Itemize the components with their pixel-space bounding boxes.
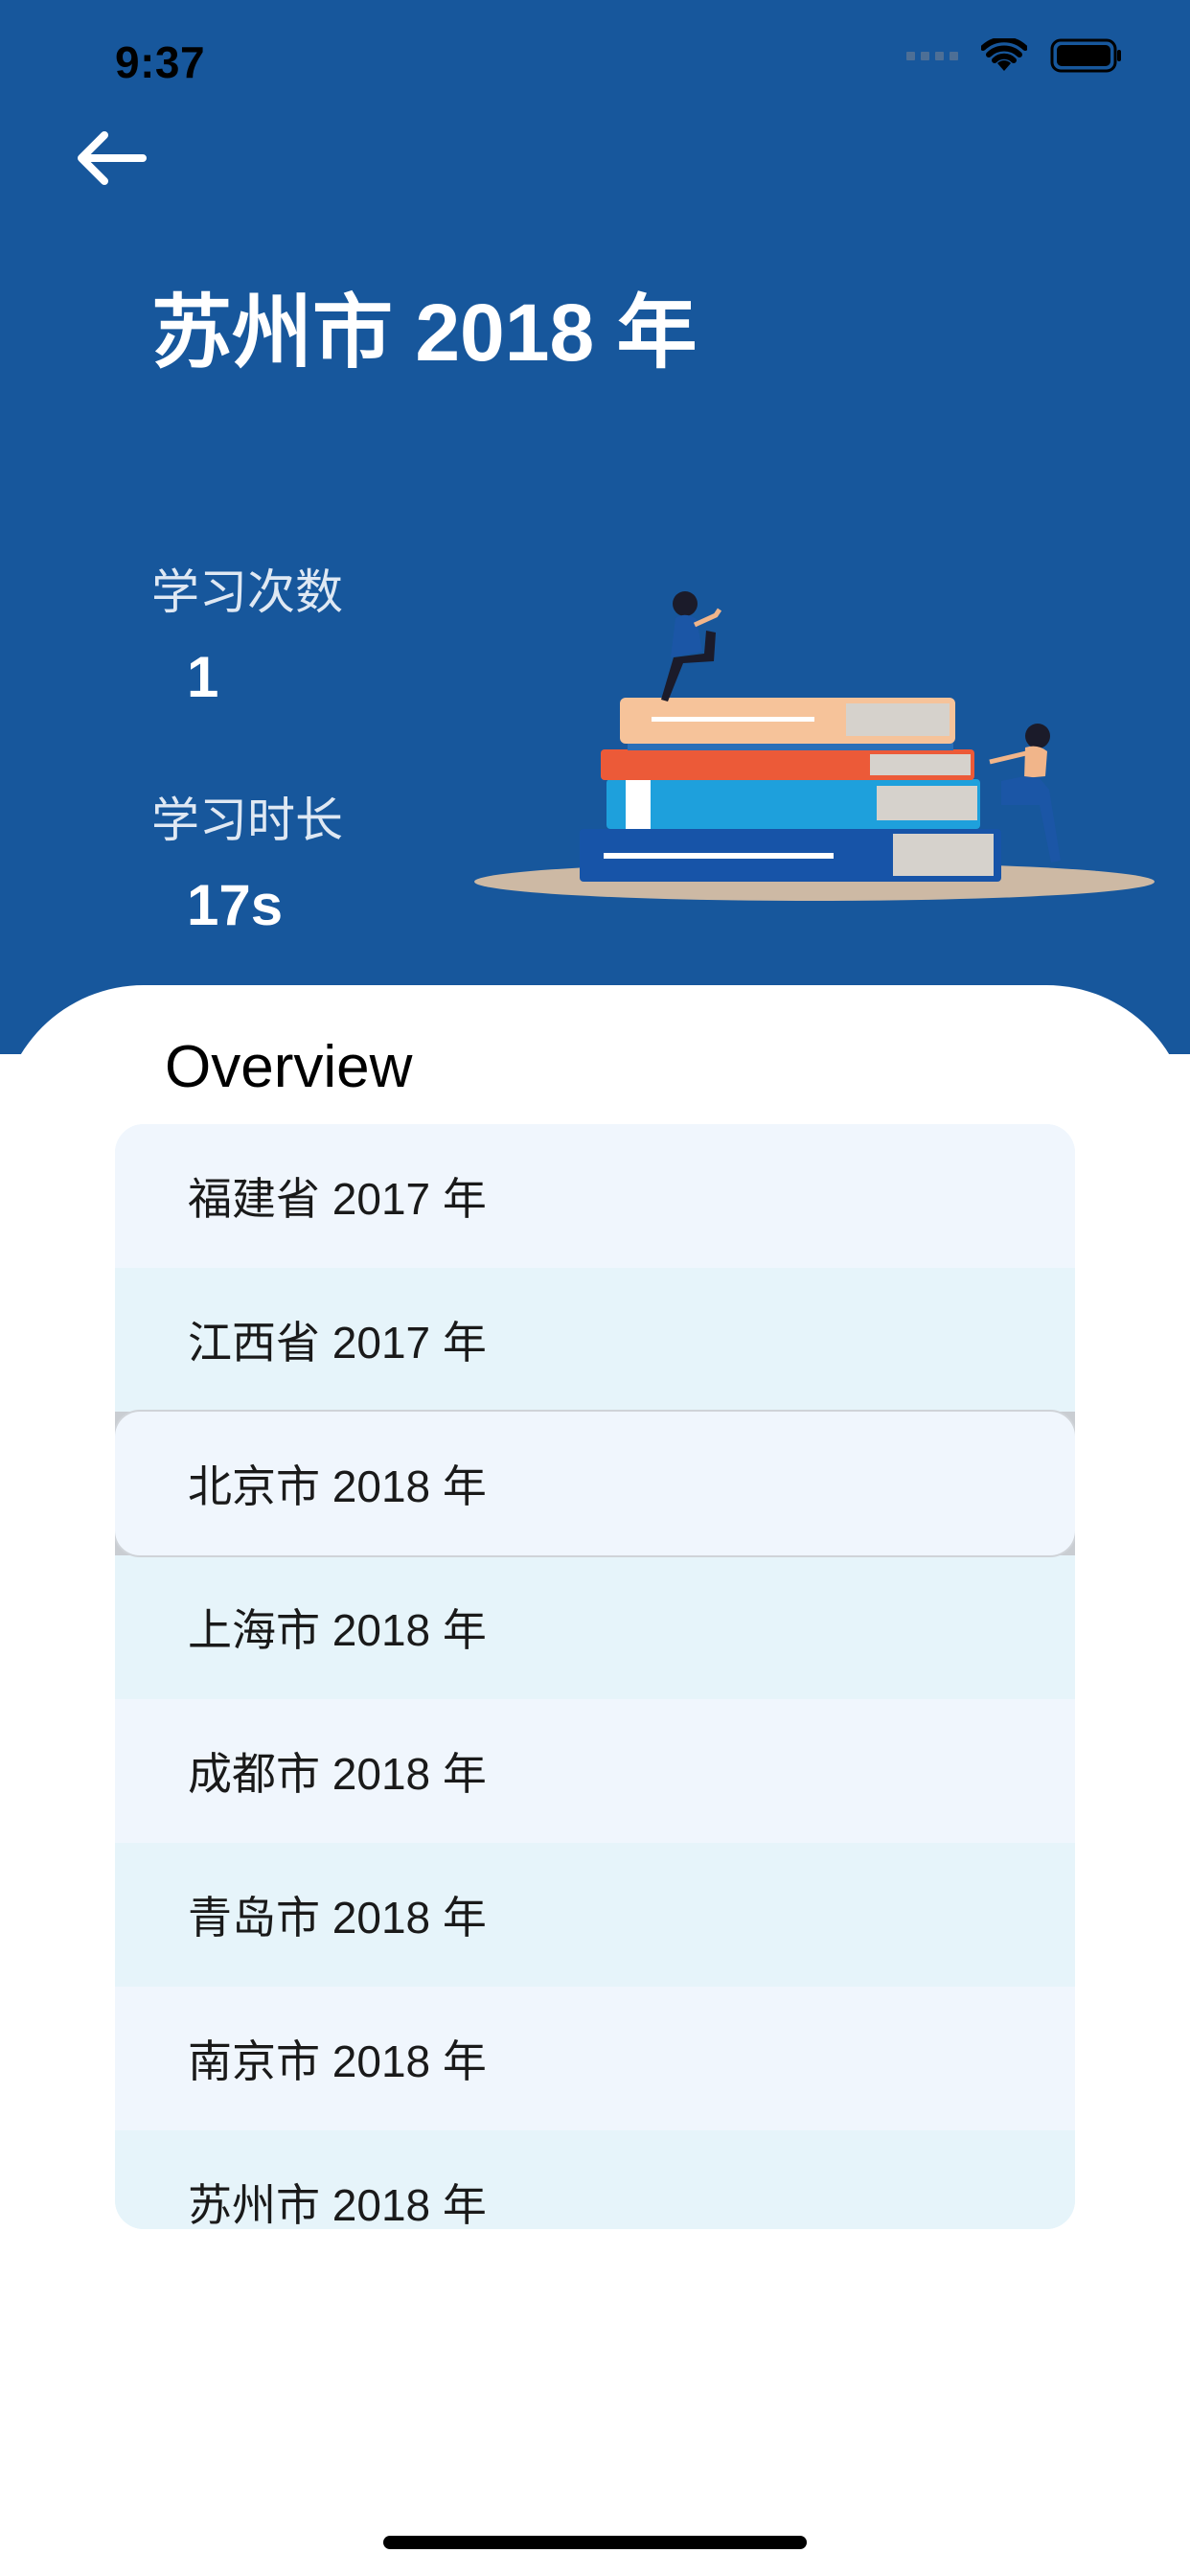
books-illustration bbox=[474, 591, 1155, 901]
back-button[interactable] bbox=[67, 115, 153, 201]
list-item[interactable]: 上海市 2018 年 bbox=[115, 1555, 1075, 1699]
list-item[interactable]: 青岛市 2018 年 bbox=[115, 1843, 1075, 1987]
status-time: 9:37 bbox=[115, 37, 206, 87]
study-count-value: 1 bbox=[187, 645, 219, 709]
status-icons bbox=[906, 38, 1123, 73]
overview-list[interactable]: 福建省 2017 年 江西省 2017 年 北京市 2018 年 上海市 201… bbox=[115, 1124, 1075, 2229]
overview-title: Overview bbox=[165, 1034, 413, 1100]
screen: 9:37 苏州市 2018 年 学习次数 1 学习时长 17s Overview… bbox=[0, 0, 1190, 2576]
selected-row-wrapper: 北京市 2018 年 bbox=[115, 1412, 1075, 1555]
list-item[interactable]: 成都市 2018 年 bbox=[115, 1699, 1075, 1843]
list-item-selected[interactable]: 北京市 2018 年 bbox=[115, 1412, 1075, 1555]
list-item[interactable]: 苏州市 2018 年 bbox=[115, 2130, 1075, 2229]
battery-icon bbox=[1050, 38, 1121, 73]
home-indicator[interactable] bbox=[383, 2536, 807, 2549]
study-duration-label: 学习时长 bbox=[151, 794, 343, 847]
wifi-icon bbox=[981, 38, 1027, 71]
arrow-left-icon bbox=[78, 131, 147, 185]
list-item[interactable]: 江西省 2017 年 bbox=[115, 1268, 1075, 1412]
list-item[interactable]: 福建省 2017 年 bbox=[115, 1124, 1075, 1268]
study-count-label: 学习次数 bbox=[151, 565, 343, 619]
page-title: 苏州市 2018 年 bbox=[151, 288, 698, 378]
study-duration-value: 17s bbox=[187, 873, 284, 937]
cellular-signal-icon bbox=[906, 51, 958, 60]
list-item[interactable]: 南京市 2018 年 bbox=[115, 1987, 1075, 2130]
